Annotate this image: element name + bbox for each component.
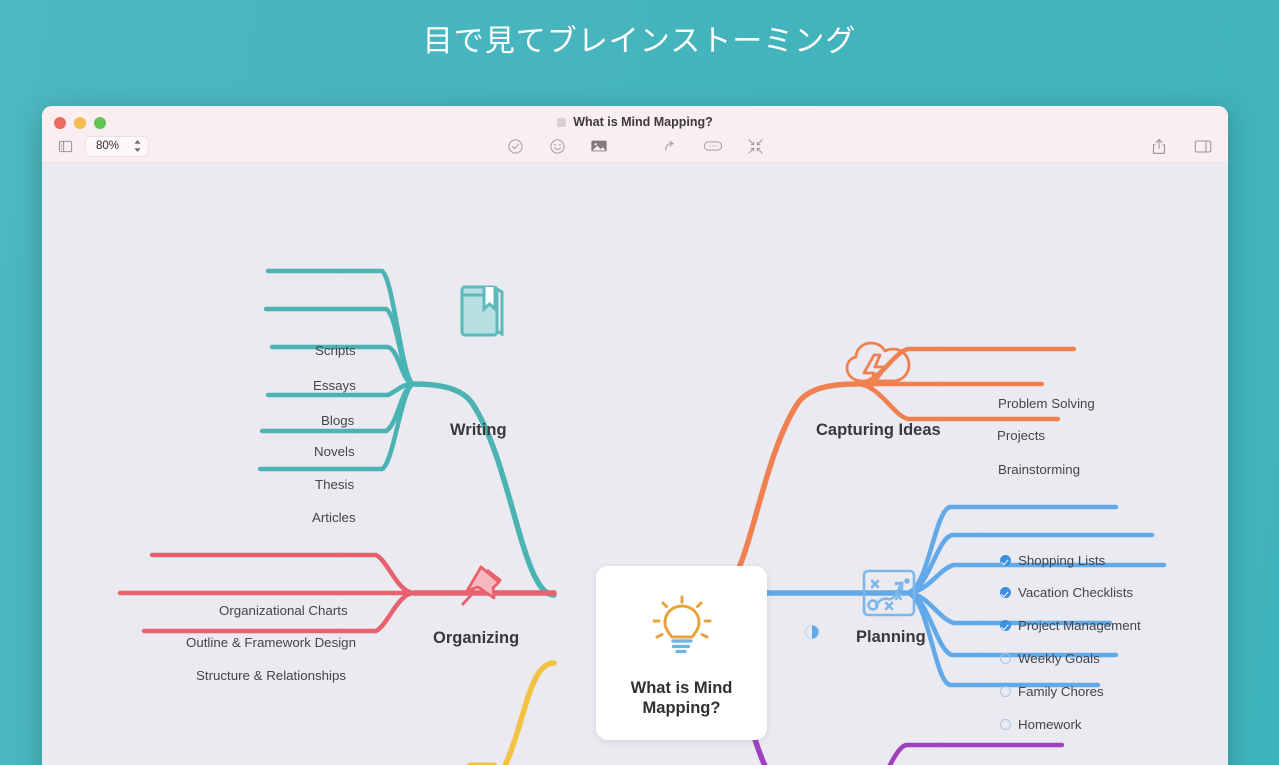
central-topic-node[interactable]: What is Mind Mapping? — [596, 566, 767, 740]
subtopic-organizing-2[interactable]: Structure & Relationships — [196, 668, 346, 683]
subtopic-writing-0[interactable]: Scripts — [315, 343, 356, 358]
mindmap-canvas[interactable]: What is Mind Mapping? Writing Scripts Es… — [42, 163, 1228, 765]
subtopic-writing-5[interactable]: Articles — [312, 510, 356, 525]
subtopic-planning-0[interactable]: Shopping Lists — [1000, 553, 1105, 568]
checkbox-unchecked-icon[interactable] — [1000, 719, 1011, 730]
subtopic-planning-4-label: Family Chores — [1018, 684, 1104, 699]
note-icon[interactable] — [702, 135, 724, 157]
subtopic-planning-1[interactable]: Vacation Checklists — [1000, 585, 1133, 600]
subtopic-planning-2-label: Project Management — [1018, 618, 1141, 633]
subtopic-writing-4[interactable]: Thesis — [315, 477, 354, 492]
progress-indicator-icon — [804, 624, 820, 645]
subtopic-writing-2[interactable]: Blogs — [321, 413, 354, 428]
subtopic-planning-1-label: Vacation Checklists — [1018, 585, 1134, 600]
subtopic-capturing-2[interactable]: Brainstorming — [998, 462, 1080, 477]
brainstorm-cloud-icon — [840, 339, 916, 406]
share-icon[interactable] — [1148, 135, 1170, 157]
window-title: What is Mind Mapping? — [42, 115, 1228, 129]
subtopic-planning-3-label: Weekly Goals — [1018, 651, 1100, 666]
book-icon — [457, 283, 507, 346]
topic-organizing[interactable]: Organizing — [433, 629, 519, 648]
subtopic-capturing-0[interactable]: Problem Solving — [998, 396, 1095, 411]
page-title: 目で見てブレインストーミング — [422, 24, 857, 59]
lightbulb-icon — [650, 593, 714, 664]
inspector-icon[interactable] — [1192, 135, 1214, 157]
collapse-icon[interactable] — [744, 135, 766, 157]
task-check-icon[interactable] — [504, 135, 526, 157]
subtopic-planning-3[interactable]: Weekly Goals — [1000, 651, 1100, 666]
topic-writing[interactable]: Writing — [450, 421, 507, 440]
strategy-board-icon — [860, 567, 920, 630]
topic-capturing-ideas[interactable]: Capturing Ideas — [816, 421, 941, 440]
checkbox-checked-icon[interactable] — [1000, 620, 1011, 631]
subtopic-planning-5-label: Homework — [1018, 717, 1082, 732]
checkbox-checked-icon[interactable] — [1000, 555, 1011, 566]
checkbox-unchecked-icon[interactable] — [1000, 653, 1011, 664]
window-title-text: What is Mind Mapping? — [573, 115, 713, 129]
pushpin-icon — [454, 561, 508, 618]
subtopic-organizing-0[interactable]: Organizational Charts — [219, 603, 348, 618]
subtopic-writing-1[interactable]: Essays — [313, 378, 356, 393]
hourglass-icon — [459, 759, 505, 765]
subtopic-planning-0-label: Shopping Lists — [1018, 553, 1106, 568]
checkbox-unchecked-icon[interactable] — [1000, 686, 1011, 697]
checkbox-checked-icon[interactable] — [1000, 587, 1011, 598]
subtopic-capturing-1[interactable]: Projects — [997, 428, 1045, 443]
subtopic-organizing-1[interactable]: Outline & Framework Design — [186, 635, 356, 650]
subtopic-planning-5[interactable]: Homework — [1000, 717, 1082, 732]
document-icon — [557, 117, 567, 127]
window-titlebar: What is Mind Mapping? 80% — [42, 106, 1228, 163]
subtopic-writing-3[interactable]: Novels — [314, 444, 355, 459]
emoji-icon[interactable] — [546, 135, 568, 157]
image-icon[interactable] — [588, 135, 610, 157]
topic-planning[interactable]: Planning — [856, 628, 926, 647]
redo-icon[interactable] — [660, 135, 682, 157]
subtopic-planning-4[interactable]: Family Chores — [1000, 684, 1104, 699]
central-topic-label: What is Mind Mapping? — [630, 679, 733, 717]
subtopic-planning-2[interactable]: Project Management — [1000, 618, 1141, 633]
toolbar: 80% — [42, 133, 1228, 163]
app-window: What is Mind Mapping? 80% What is Mind M… — [42, 106, 1228, 765]
